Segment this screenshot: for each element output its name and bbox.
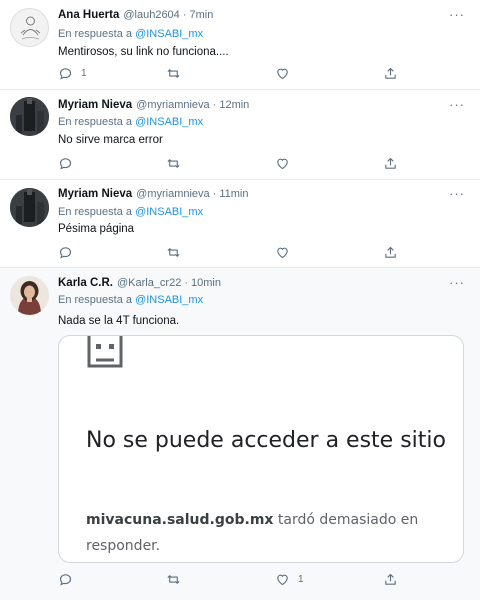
tweet-header: Ana Huerta @lauh2604 · 7min bbox=[58, 9, 213, 25]
heart-icon bbox=[277, 247, 288, 258]
share-icon bbox=[385, 157, 396, 169]
reply-icon bbox=[59, 246, 72, 259]
retweet-icon bbox=[167, 247, 180, 257]
tweet[interactable]: Karla C.R. @Karla_cr22 · 10min ··· En re… bbox=[0, 268, 480, 600]
sad-page-icon bbox=[87, 336, 123, 368]
retweet-button[interactable] bbox=[166, 65, 189, 81]
heart-icon bbox=[277, 158, 288, 169]
timestamp[interactable]: 12min bbox=[219, 99, 249, 111]
share-button[interactable] bbox=[383, 65, 398, 81]
reply-context: En respuesta a @INSABI_mx bbox=[58, 294, 203, 306]
tweet-text: Pésima página bbox=[58, 223, 135, 235]
reply-button[interactable] bbox=[58, 155, 81, 171]
tweet-text: No sirve marca error bbox=[58, 134, 163, 146]
avatar[interactable] bbox=[10, 188, 49, 227]
more-options-icon[interactable]: ··· bbox=[448, 7, 466, 23]
share-icon bbox=[385, 246, 396, 258]
more-options-icon[interactable]: ··· bbox=[448, 186, 466, 202]
like-button[interactable] bbox=[275, 155, 298, 171]
mention-link[interactable]: @INSABI_mx bbox=[135, 294, 203, 306]
separator: · bbox=[212, 188, 217, 200]
reply-prefix: En respuesta a bbox=[58, 116, 132, 128]
reply-context: En respuesta a @INSABI_mx bbox=[58, 116, 203, 128]
author-name[interactable]: Myriam Nieva bbox=[58, 99, 132, 111]
author-handle[interactable]: @myriamnieva bbox=[136, 188, 210, 200]
author-name[interactable]: Karla C.R. bbox=[58, 277, 113, 289]
timestamp[interactable]: 11min bbox=[219, 188, 248, 200]
mention-link[interactable]: @INSABI_mx bbox=[135, 28, 203, 40]
error-message: mivacuna.salud.gob.mx tardó demasiado en… bbox=[86, 507, 456, 559]
avatar[interactable] bbox=[10, 97, 49, 136]
author-name[interactable]: Ana Huerta bbox=[58, 9, 119, 21]
reply-count: 1 bbox=[81, 67, 87, 79]
tweet-actions bbox=[58, 155, 408, 171]
reply-context: En respuesta a @INSABI_mx bbox=[58, 206, 203, 218]
like-button[interactable] bbox=[275, 65, 298, 81]
tweet-actions: 1 bbox=[58, 571, 408, 587]
retweet-button[interactable] bbox=[166, 155, 189, 171]
avatar[interactable] bbox=[10, 276, 49, 315]
retweet-button[interactable] bbox=[166, 571, 189, 587]
mention-link[interactable]: @INSABI_mx bbox=[135, 116, 203, 128]
more-options-icon[interactable]: ··· bbox=[448, 97, 466, 113]
retweet-icon bbox=[167, 68, 180, 78]
reply-button[interactable] bbox=[58, 244, 81, 260]
separator: · bbox=[184, 277, 189, 289]
more-options-icon[interactable]: ··· bbox=[448, 275, 466, 291]
tweet-text: Mentirosos, su link no funciona.... bbox=[58, 46, 229, 58]
author-handle[interactable]: @myriamnieva bbox=[136, 99, 210, 111]
tweet[interactable]: Myriam Nieva @myriamnieva · 12min ··· En… bbox=[0, 90, 480, 180]
author-handle[interactable]: @Karla_cr22 bbox=[117, 277, 181, 289]
tweet-header: Myriam Nieva @myriamnieva · 11min bbox=[58, 188, 249, 204]
mention-link[interactable]: @INSABI_mx bbox=[135, 206, 203, 218]
timestamp[interactable]: 7min bbox=[189, 9, 213, 21]
separator: · bbox=[182, 9, 187, 21]
error-title: No se puede acceder a este sitio bbox=[86, 428, 446, 453]
retweet-icon bbox=[167, 158, 180, 168]
share-button[interactable] bbox=[383, 571, 398, 587]
reply-icon bbox=[59, 157, 72, 170]
share-button[interactable] bbox=[383, 155, 398, 171]
avatar[interactable] bbox=[10, 8, 49, 47]
reply-prefix: En respuesta a bbox=[58, 28, 132, 40]
heart-icon bbox=[277, 68, 288, 79]
tweet[interactable]: Ana Huerta @lauh2604 · 7min ··· En respu… bbox=[0, 0, 480, 90]
error-domain: mivacuna.salud.gob.mx bbox=[86, 512, 274, 528]
reply-button[interactable] bbox=[58, 571, 81, 587]
tweet-actions bbox=[58, 244, 408, 260]
retweet-button[interactable] bbox=[166, 244, 189, 260]
like-button[interactable]: 1 bbox=[275, 571, 304, 587]
reply-icon bbox=[59, 67, 72, 80]
heart-icon bbox=[277, 574, 288, 585]
tweet-actions: 1 bbox=[58, 65, 408, 81]
like-count: 1 bbox=[298, 573, 304, 585]
retweet-icon bbox=[167, 574, 180, 584]
tweet-text: Nada se la 4T funciona. bbox=[58, 315, 180, 327]
reply-icon bbox=[59, 573, 72, 586]
separator: · bbox=[212, 99, 217, 111]
share-icon bbox=[385, 573, 396, 585]
tweet[interactable]: Myriam Nieva @myriamnieva · 11min ··· En… bbox=[0, 180, 480, 268]
author-handle[interactable]: @lauh2604 bbox=[123, 9, 179, 21]
reply-button[interactable]: 1 bbox=[58, 65, 87, 81]
reply-context: En respuesta a @INSABI_mx bbox=[58, 28, 203, 40]
tweet-header: Karla C.R. @Karla_cr22 · 10min bbox=[58, 277, 221, 293]
share-button[interactable] bbox=[383, 244, 398, 260]
tweet-header: Myriam Nieva @myriamnieva · 12min bbox=[58, 99, 249, 115]
reply-prefix: En respuesta a bbox=[58, 294, 132, 306]
author-name[interactable]: Myriam Nieva bbox=[58, 188, 132, 200]
tweet-image[interactable]: No se puede acceder a este sitio mivacun… bbox=[58, 335, 464, 563]
timestamp[interactable]: 10min bbox=[191, 277, 221, 289]
like-button[interactable] bbox=[275, 244, 298, 260]
share-icon bbox=[385, 67, 396, 79]
reply-prefix: En respuesta a bbox=[58, 206, 132, 218]
